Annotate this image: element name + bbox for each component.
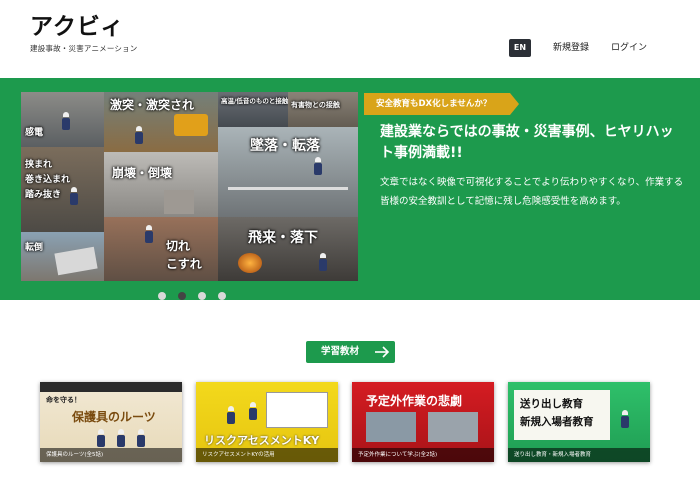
collage-label-overturn: 転倒 [25, 243, 44, 253]
collage-tile-cut: 切れ こすれ [104, 217, 218, 281]
collage-label-harmful: 有害物との接触 [291, 101, 340, 109]
collage-tile-collision: 激突・激突され [104, 92, 218, 152]
card-2-caption-bar: リスクアセスメントKYの活用 [196, 448, 338, 462]
collage-label-fall: 墜落・転落 [250, 138, 320, 154]
collage-tile-heat: 高温/低音のものと接触 [218, 92, 288, 127]
carousel-dot-3[interactable] [198, 292, 206, 300]
carousel-dots [158, 292, 238, 302]
hero-badge-text: 安全教育もDX化しませんか？ [376, 99, 492, 109]
collage-label-shock: 感電 [25, 128, 44, 138]
card-3-caption-bar: 予定外作業について学ぶ(全2話) [352, 448, 494, 462]
collage-label-scrape: こすれ [166, 257, 202, 271]
material-card-risk-assessment[interactable]: リスクアセスメントKY リスクアセスメントKYの活用 [196, 382, 338, 462]
material-card-induction-education[interactable]: 送り出し教育 新規入場者教育 送り出し教育・新規入場者教育 [508, 382, 650, 462]
collage-tile-caught: 挟まれ 巻き込まれ 踏み抜き [21, 147, 104, 232]
card-2-title: リスクアセスメントKY [204, 434, 320, 447]
card-2-caption: リスクアセスメントKYの活用 [202, 452, 275, 458]
card-1-title: 保護具のルーツ [72, 410, 156, 424]
collage-label-flying: 飛来・落下 [248, 230, 318, 246]
register-link[interactable]: 新規登録 [553, 39, 589, 57]
card-1-caption: 保護具のルーツ(全5話) [46, 452, 104, 458]
collage-label-collapse: 崩壊・倒壊 [112, 166, 173, 180]
arrow-right-icon [375, 346, 390, 358]
card-4-title: 新規入場者教育 [520, 416, 594, 428]
card-3-caption: 予定外作業について学ぶ(全2話) [358, 452, 438, 458]
card-4-caption-bar: 送り出し教育・新規入場者教育 [508, 448, 650, 462]
collage-label-entangled: 巻き込まれ [25, 175, 71, 185]
hero-collage-image[interactable]: 感電 挟まれ 巻き込まれ 踏み抜き 転倒 激突・激突され 崩壊・倒壊 切れ こす… [21, 92, 358, 281]
language-en-button[interactable]: EN [509, 39, 531, 57]
hero-description: 文章ではなく映像で可視化することでより伝わりやすくなり、作業する皆様の安全教訓と… [380, 177, 684, 207]
collage-tile-collapse: 崩壊・倒壊 [104, 152, 218, 217]
material-card-unplanned-work[interactable]: 予定外作業の悲劇 予定外作業について学ぶ(全2話) [352, 382, 494, 462]
login-link[interactable]: ログイン [611, 39, 647, 57]
collage-label-stepout: 踏み抜き [25, 190, 62, 200]
card-3-title: 予定外作業の悲劇 [366, 394, 463, 408]
card-4-caption: 送り出し教育・新規入場者教育 [514, 452, 592, 458]
learning-materials-label: 学習教材 [321, 346, 360, 357]
header-nav: EN 新規登録 ログイン [0, 39, 700, 57]
collage-label-caught: 挟まれ [25, 160, 53, 170]
carousel-dot-2[interactable] [178, 292, 186, 300]
hero-title: 建設業ならではの事故・災害事例、ヒヤリハット事例満載!! [380, 124, 674, 161]
carousel-dot-1[interactable] [158, 292, 166, 300]
collage-label-cut: 切れ [166, 239, 191, 253]
hero-banner: 感電 挟まれ 巻き込まれ 踏み抜き 転倒 激突・激突され 崩壊・倒壊 切れ こす… [0, 78, 700, 300]
collage-tile-flying: 飛来・落下 [218, 217, 358, 281]
material-card-protective-gear[interactable]: 命を守る！ 保護具のルーツ 保護具のルーツ(全5話) [40, 382, 182, 462]
card-1-subtitle: 命を守る！ [46, 396, 81, 404]
card-1-caption-bar: 保護具のルーツ(全5話) [40, 448, 182, 462]
hero-badge: 安全教育もDX化しませんか？ [364, 93, 519, 115]
collage-tile-shock: 感電 [21, 92, 104, 147]
collage-label-heat: 高温/低音のものと接触 [221, 97, 288, 105]
collage-tile-overturn: 転倒 [21, 232, 104, 281]
collage-tile-harmful: 有害物との接触 [288, 92, 358, 127]
logo-wordmark: アクビィ [30, 14, 125, 40]
collage-tile-fall: 墜落・転落 [218, 127, 358, 217]
site-header: アクビィ 建設事故・災害アニメーション EN 新規登録 ログイン [0, 0, 700, 78]
learning-materials-button[interactable]: 学習教材 [306, 341, 395, 363]
card-4-subtitle: 送り出し教育 [520, 398, 583, 410]
collage-label-collision: 激突・激突され [110, 98, 195, 112]
carousel-dot-4[interactable] [218, 292, 226, 300]
